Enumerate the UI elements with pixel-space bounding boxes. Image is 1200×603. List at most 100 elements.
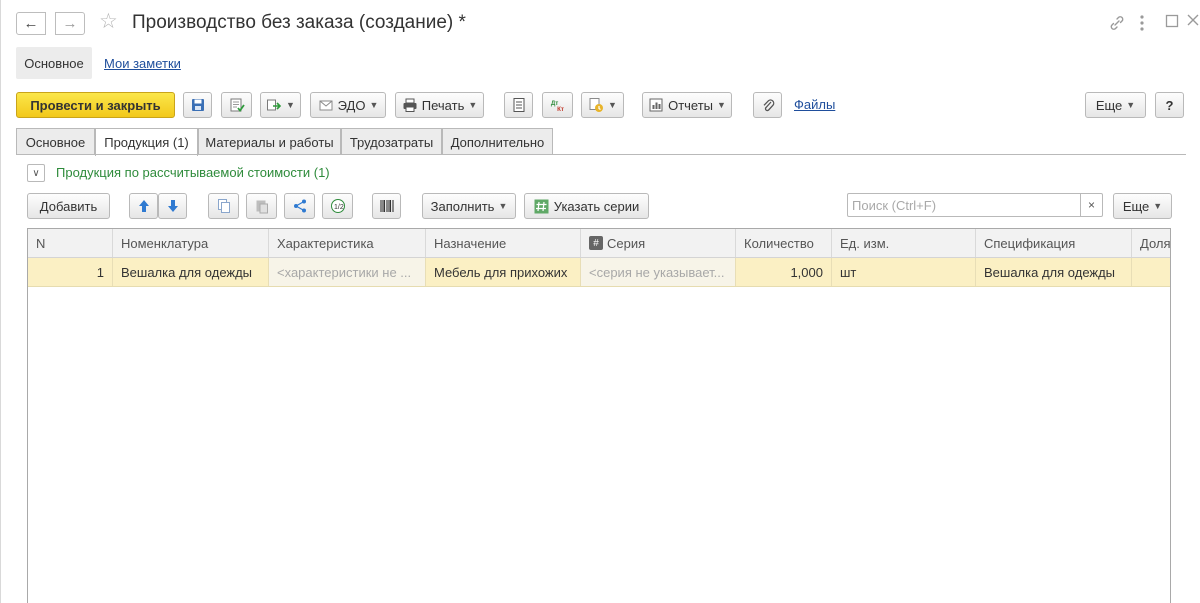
- chevron-down-icon: ▼: [286, 100, 295, 110]
- document-list-icon: [511, 97, 526, 113]
- column-header-specification[interactable]: Спецификация: [976, 229, 1132, 257]
- add-row-button[interactable]: Добавить: [27, 193, 110, 219]
- table-more-label: Еще: [1122, 198, 1150, 214]
- edo-label: ЭДО: [337, 97, 366, 113]
- distribute-button[interactable]: 1/2: [322, 193, 353, 219]
- help-button[interactable]: ?: [1155, 92, 1184, 118]
- dt-kt-button[interactable]: Дт Кт: [542, 92, 573, 118]
- tab-additional[interactable]: Дополнительно: [442, 128, 553, 155]
- star-icon[interactable]: ☆: [99, 10, 118, 34]
- column-header-purpose[interactable]: Назначение: [426, 229, 581, 257]
- more-actions-button[interactable]: Еще ▼: [1085, 92, 1146, 118]
- related-documents-button[interactable]: ▼: [581, 92, 624, 118]
- column-header-n[interactable]: N: [28, 229, 113, 257]
- column-header-quantity[interactable]: Количество: [736, 229, 832, 257]
- series-icon: [534, 198, 550, 214]
- files-link[interactable]: Файлы: [794, 97, 835, 112]
- post-and-close-button[interactable]: Провести и закрыть: [16, 92, 175, 118]
- split-line-button[interactable]: [284, 193, 315, 219]
- table-command-bar: Добавить 1/2 Заполнить ▼ Указать серии П…: [1, 193, 1200, 219]
- link-icon[interactable]: [1108, 14, 1126, 37]
- copy-icon: [216, 198, 232, 214]
- maximize-icon[interactable]: [1165, 14, 1179, 33]
- tab-labor-costs[interactable]: Трудозатраты: [341, 128, 442, 155]
- cell-unit[interactable]: шт: [832, 258, 976, 286]
- move-up-button[interactable]: [129, 193, 158, 219]
- post-button[interactable]: [221, 92, 252, 118]
- more-label: Еще: [1095, 97, 1123, 113]
- share-icon: [292, 198, 308, 214]
- arrow-right-icon: →: [62, 15, 78, 32]
- chevron-down-icon: ▼: [369, 100, 379, 110]
- dt-kt-icon: Дт Кт: [550, 97, 566, 113]
- back-button[interactable]: ←: [16, 12, 46, 35]
- paste-icon: [254, 198, 270, 214]
- products-group-header: ∨ Продукция по рассчитываемой стоимости …: [27, 163, 627, 183]
- collapse-group-button[interactable]: ∨: [27, 164, 45, 182]
- set-series-button[interactable]: Указать серии: [524, 193, 649, 219]
- print-label: Печать: [421, 97, 465, 113]
- barcode-button[interactable]: [372, 193, 401, 219]
- related-documents-icon: [588, 97, 604, 113]
- cell-series[interactable]: <серия не указывает...: [581, 258, 736, 286]
- chevron-down-icon: ▼: [1153, 201, 1163, 211]
- table-row[interactable]: 1 Вешалка для одежды <характеристики не …: [28, 258, 1170, 287]
- cell-n[interactable]: 1: [28, 258, 113, 286]
- chevron-down-icon: ▼: [1126, 100, 1136, 110]
- move-down-button[interactable]: [158, 193, 187, 219]
- column-header-share[interactable]: Доля: [1132, 229, 1170, 257]
- edo-button[interactable]: ЭДО ▼: [310, 92, 386, 118]
- attach-files-button[interactable]: [753, 92, 782, 118]
- svg-text:Кт: Кт: [557, 106, 564, 113]
- column-header-characteristic[interactable]: Характеристика: [269, 229, 426, 257]
- print-button[interactable]: Печать ▼: [395, 92, 484, 118]
- printer-icon: [402, 97, 418, 113]
- cell-quantity[interactable]: 1,000: [736, 258, 832, 286]
- column-header-unit[interactable]: Ед. изм.: [832, 229, 976, 257]
- tab-bar: Основное Продукция (1) Материалы и работ…: [16, 128, 1186, 156]
- column-header-series-label: Серия: [607, 235, 646, 251]
- arrow-left-icon: ←: [23, 15, 39, 32]
- chevron-down-icon: ∨: [32, 167, 40, 179]
- more-vertical-icon[interactable]: [1139, 14, 1145, 37]
- fill-label: Заполнить: [430, 198, 495, 214]
- barcode-icon: [379, 198, 395, 214]
- cell-share[interactable]: [1132, 258, 1170, 286]
- floppy-disk-icon: [190, 97, 205, 113]
- chevron-down-icon: ▼: [717, 100, 726, 110]
- svg-text:1/2: 1/2: [334, 204, 344, 211]
- section-my-notes-link[interactable]: Мои заметки: [104, 56, 181, 71]
- create-based-on-button[interactable]: ▼: [260, 92, 301, 118]
- forward-button[interactable]: →: [55, 12, 85, 35]
- page-title: Производство без заказа (создание) *: [132, 12, 466, 33]
- search-input[interactable]: [848, 194, 1082, 216]
- column-header-item[interactable]: Номенклатура: [113, 229, 269, 257]
- column-header-series[interactable]: # Серия: [581, 229, 736, 257]
- group-title[interactable]: Продукция по рассчитываемой стоимости (1…: [56, 165, 330, 180]
- reports-button[interactable]: Отчеты ▼: [642, 92, 732, 118]
- tab-main[interactable]: Основное: [16, 128, 95, 155]
- section-main[interactable]: Основное: [16, 47, 92, 79]
- fill-button[interactable]: Заполнить ▼: [422, 193, 516, 219]
- reports-label: Отчеты: [668, 97, 714, 113]
- paste-button[interactable]: [246, 193, 277, 219]
- distribute-icon: 1/2: [330, 198, 346, 214]
- structure-button[interactable]: [504, 92, 533, 118]
- chevron-down-icon: ▼: [468, 100, 478, 110]
- close-icon[interactable]: [1187, 13, 1199, 31]
- chevron-down-icon: ▼: [498, 201, 508, 211]
- post-document-icon: [229, 97, 245, 113]
- copy-row-button[interactable]: [208, 193, 239, 219]
- cell-characteristic[interactable]: <характеристики не ...: [269, 258, 426, 286]
- tab-materials-and-works[interactable]: Материалы и работы: [198, 128, 341, 155]
- command-bar: Провести и закрыть ▼ ЭДО ▼ Печать ▼ Дт К…: [1, 92, 1200, 120]
- edo-icon: [318, 97, 334, 113]
- tab-divider: [16, 154, 1186, 155]
- cell-item[interactable]: Вешалка для одежды: [113, 258, 269, 286]
- tab-products[interactable]: Продукция (1): [95, 128, 198, 156]
- table-more-button[interactable]: Еще ▼: [1113, 193, 1172, 219]
- cell-specification[interactable]: Вешалка для одежды: [976, 258, 1132, 286]
- clear-search-button[interactable]: ×: [1080, 194, 1102, 216]
- cell-purpose[interactable]: Мебель для прихожих: [426, 258, 581, 286]
- save-button[interactable]: [183, 92, 212, 118]
